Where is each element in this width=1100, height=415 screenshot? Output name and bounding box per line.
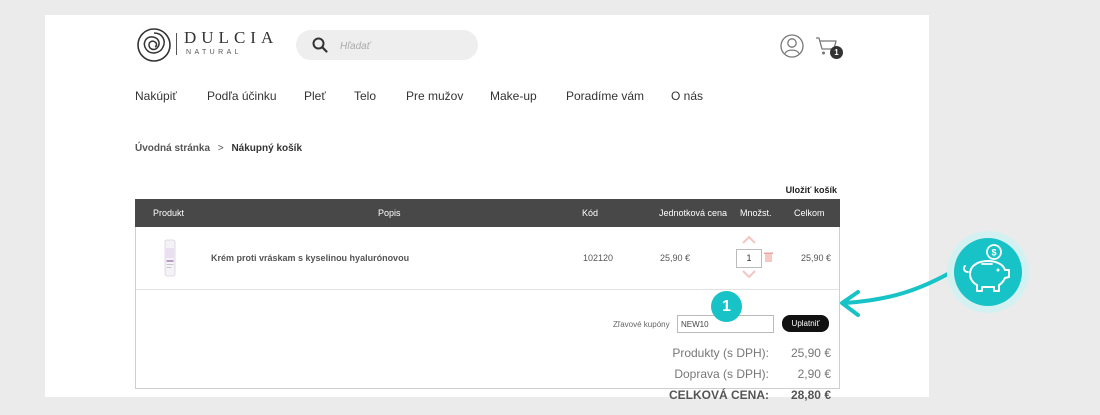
breadcrumb-separator: > bbox=[217, 143, 224, 154]
svg-text:$: $ bbox=[991, 248, 996, 258]
product-name[interactable]: Krém proti vráskam s kyselinou hyaluróno… bbox=[211, 253, 409, 263]
logo-rose-icon bbox=[137, 28, 171, 62]
step-badge: 1 bbox=[711, 291, 742, 322]
save-cart-link[interactable]: Uložiť košík bbox=[786, 185, 837, 195]
products-label: Produkty (s DPH): bbox=[672, 346, 769, 360]
col-total: Celkom bbox=[794, 208, 825, 218]
search-input[interactable] bbox=[338, 35, 472, 57]
col-qty: Množst. bbox=[740, 208, 772, 218]
logo[interactable]: DULCIA NATURAL bbox=[136, 27, 296, 62]
col-code: Kód bbox=[582, 208, 599, 218]
piggy-bank-icon: $ bbox=[947, 231, 1029, 313]
col-description: Popis bbox=[378, 208, 401, 218]
page-container: DULCIA NATURAL 1 Nakúpiť Podľa účinku Pl… bbox=[45, 15, 929, 402]
nav-item-by-effect[interactable]: Podľa účinku bbox=[207, 89, 277, 103]
quantity-input[interactable]: 1 bbox=[736, 249, 762, 268]
user-icon[interactable] bbox=[780, 34, 804, 58]
product-thumbnail[interactable] bbox=[156, 239, 184, 277]
table-row: Krém proti vráskam s kyselinou hyaluróno… bbox=[136, 227, 839, 290]
breadcrumb-current: Nákupný košík bbox=[231, 143, 303, 154]
breadcrumb-home[interactable]: Úvodná stránka bbox=[135, 143, 210, 154]
cart-count-badge: 1 bbox=[830, 46, 843, 59]
nav-item-body[interactable]: Telo bbox=[354, 89, 376, 103]
products-value: 25,90 € bbox=[790, 346, 831, 360]
nav-item-men[interactable]: Pre mužov bbox=[406, 89, 463, 103]
product-code: 102120 bbox=[583, 253, 614, 263]
arrow-icon bbox=[840, 268, 957, 317]
nav-item-advice[interactable]: Poradíme vám bbox=[566, 89, 644, 103]
total-label: CELKOVÁ CENA: bbox=[668, 388, 769, 402]
logo-divider bbox=[176, 33, 177, 55]
col-unit-price: Jednotková cena bbox=[659, 208, 728, 218]
logo-subtitle: NATURAL bbox=[186, 49, 242, 56]
table-header: Produkt Popis Kód Jednotková cena Množst… bbox=[135, 199, 840, 227]
coupon-label: Zľavové kupóny bbox=[613, 320, 670, 329]
nav-item-makeup[interactable]: Make-up bbox=[490, 89, 537, 103]
nav-item-about[interactable]: O nás bbox=[671, 89, 703, 103]
logo-brand: DULCIA bbox=[184, 28, 279, 47]
total-value: 28,80 € bbox=[790, 388, 831, 402]
trash-icon[interactable] bbox=[764, 252, 773, 262]
chevron-down-icon[interactable] bbox=[742, 269, 756, 279]
chevron-up-icon[interactable] bbox=[742, 235, 756, 245]
search-bar bbox=[296, 30, 478, 60]
shipping-value: 2,90 € bbox=[797, 367, 831, 381]
search-icon[interactable] bbox=[312, 37, 328, 53]
breadcrumb: Úvodná stránka > Nákupný košík bbox=[135, 143, 302, 154]
cart-button[interactable]: 1 bbox=[815, 36, 845, 60]
product-unit-price: 25,90 € bbox=[660, 253, 691, 263]
nav-item-skin[interactable]: Pleť bbox=[304, 89, 326, 103]
shipping-label: Doprava (s DPH): bbox=[674, 367, 769, 381]
nav-item-shop[interactable]: Nakúpiť bbox=[135, 89, 177, 103]
col-product: Produkt bbox=[153, 208, 185, 218]
